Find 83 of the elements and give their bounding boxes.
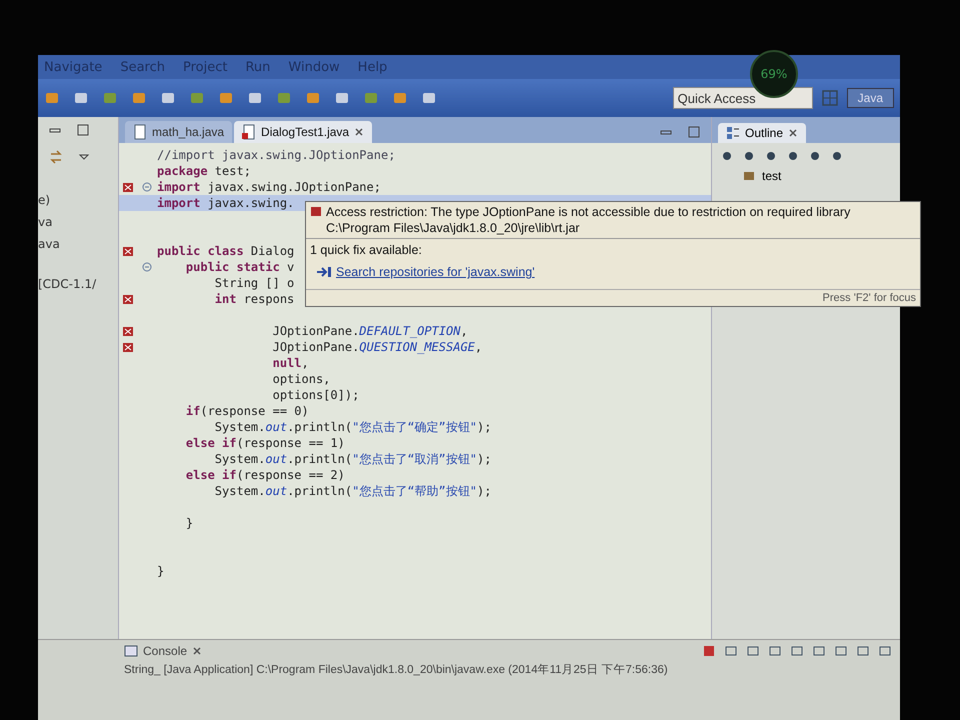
stop-icon[interactable] bbox=[702, 644, 716, 658]
toolbar-tool-icon[interactable] bbox=[392, 90, 408, 106]
console-view-icon bbox=[124, 644, 138, 658]
code-line: options[0]); bbox=[272, 388, 360, 402]
console-tool-icon[interactable] bbox=[878, 644, 892, 658]
close-icon[interactable] bbox=[192, 646, 202, 656]
package-icon bbox=[742, 169, 756, 183]
outline-tool-icon[interactable] bbox=[742, 149, 756, 163]
console-launch-info: String_ [Java Application] C:\Program Files\Java\jdk1.8.0_20\bin\javaw.exe (2014年11月25日 下午7:56:36) bbox=[123, 662, 669, 677]
console-tool-icon[interactable] bbox=[746, 644, 760, 658]
maximize-icon[interactable] bbox=[76, 123, 90, 137]
library-path: C:\Program Files\Java\jdk1.8.0_20\jre\lib\rt.jar bbox=[326, 221, 581, 235]
code-line: import javax.swing.JOptionPane; bbox=[157, 180, 381, 194]
code-line: System.out.println("您点击了“帮助”按钮"); bbox=[214, 482, 492, 500]
link-arrows-icon[interactable] bbox=[48, 149, 64, 165]
toolbar-tool-icon[interactable] bbox=[160, 90, 176, 106]
toolbar-tool-icon[interactable] bbox=[73, 90, 89, 106]
java-file-icon bbox=[242, 124, 256, 140]
package-explorer-item[interactable]: va bbox=[38, 211, 118, 233]
error-marker-icon bbox=[122, 293, 134, 305]
outline-tool-icon[interactable] bbox=[720, 149, 734, 163]
toolbar-tool-icon[interactable] bbox=[334, 90, 350, 106]
code-line: System.out.println("您点击了“取消”按钮"); bbox=[214, 450, 492, 468]
toolbar-tool-icon[interactable] bbox=[305, 90, 321, 106]
package-explorer-item[interactable]: e) bbox=[38, 189, 118, 211]
java-perspective-button[interactable]: Java bbox=[846, 88, 894, 108]
outline-tool-icon[interactable] bbox=[764, 149, 778, 163]
console-tool-icon[interactable] bbox=[768, 644, 782, 658]
console-tool-icon[interactable] bbox=[790, 644, 804, 658]
code-line: if(response == 0) bbox=[184, 404, 309, 418]
code-line: String [] o bbox=[214, 276, 294, 290]
fold-toggle-icon[interactable] bbox=[142, 262, 152, 272]
outline-item[interactable]: test bbox=[762, 169, 782, 183]
code-line: package test; bbox=[157, 164, 251, 178]
toolbar-tool-icon[interactable] bbox=[247, 90, 263, 106]
code-line: JOptionPane.QUESTION_MESSAGE, bbox=[272, 340, 482, 354]
maximize-icon[interactable] bbox=[687, 125, 701, 139]
editor-tab[interactable]: math_ha.java bbox=[125, 121, 232, 143]
code-line: JOptionPane.DEFAULT_OPTION, bbox=[272, 324, 468, 338]
error-message: Access restriction: The type JOptionPane is not accessible due to restriction on required library bbox=[326, 205, 850, 219]
console-tool-icon[interactable] bbox=[834, 644, 848, 658]
package-explorer-item[interactable]: ava bbox=[38, 233, 118, 255]
close-icon[interactable] bbox=[788, 128, 798, 138]
toolbar-tool-icon[interactable] bbox=[44, 90, 60, 106]
outline-tab[interactable]: Outline bbox=[718, 123, 806, 143]
close-icon[interactable] bbox=[354, 127, 364, 137]
toolbar-tool-icon[interactable] bbox=[421, 90, 437, 106]
code-line: else if(response == 1) bbox=[184, 436, 345, 450]
focus-hint: Press 'F2' for focus bbox=[822, 292, 916, 304]
quick-fix-count: 1 quick fix available: bbox=[310, 243, 423, 257]
code-line: } bbox=[184, 516, 194, 530]
quick-fix-link[interactable]: Search repositories for 'javax.swing' bbox=[336, 265, 535, 279]
outline-tool-icon[interactable] bbox=[830, 149, 844, 163]
code-line: int respons bbox=[214, 292, 294, 306]
code-line: //import javax.swing.JOptionPane; bbox=[157, 148, 396, 162]
console-tab[interactable]: Console bbox=[124, 644, 202, 658]
java-file-icon bbox=[133, 124, 147, 140]
console-tool-icon[interactable] bbox=[812, 644, 826, 658]
error-marker-icon bbox=[122, 245, 134, 257]
code-line: import javax.swing. bbox=[157, 196, 294, 210]
quick-access-field[interactable]: Quick Access bbox=[672, 87, 813, 109]
error-marker-icon bbox=[122, 181, 134, 193]
console-tool-icon[interactable] bbox=[856, 644, 870, 658]
error-marker-icon bbox=[310, 205, 322, 217]
error-marker-icon bbox=[122, 341, 134, 353]
code-line: } bbox=[157, 564, 164, 578]
outline-tool-icon[interactable] bbox=[808, 149, 822, 163]
toolbar-tool-icon[interactable] bbox=[218, 90, 234, 106]
code-line: System.out.println("您点击了“确定”按钮"); bbox=[214, 418, 492, 436]
outline-view-icon bbox=[726, 126, 740, 140]
code-line: null, bbox=[272, 356, 309, 370]
error-marker-icon bbox=[122, 325, 134, 337]
console-tool-icon[interactable] bbox=[724, 644, 738, 658]
editor-tab[interactable]: DialogTest1.java bbox=[234, 121, 372, 143]
package-explorer-item[interactable]: [CDC-1.1/ bbox=[38, 273, 118, 295]
code-line: public static v bbox=[184, 260, 294, 274]
outline-tool-icon[interactable] bbox=[786, 149, 800, 163]
code-line: options, bbox=[272, 372, 330, 386]
code-line: else if(response == 2) bbox=[184, 468, 345, 482]
toolbar-tool-icon[interactable] bbox=[131, 90, 147, 106]
fold-toggle-icon[interactable] bbox=[142, 182, 152, 192]
code-line: public class Dialog bbox=[157, 244, 294, 258]
arrow-icon bbox=[316, 266, 332, 278]
